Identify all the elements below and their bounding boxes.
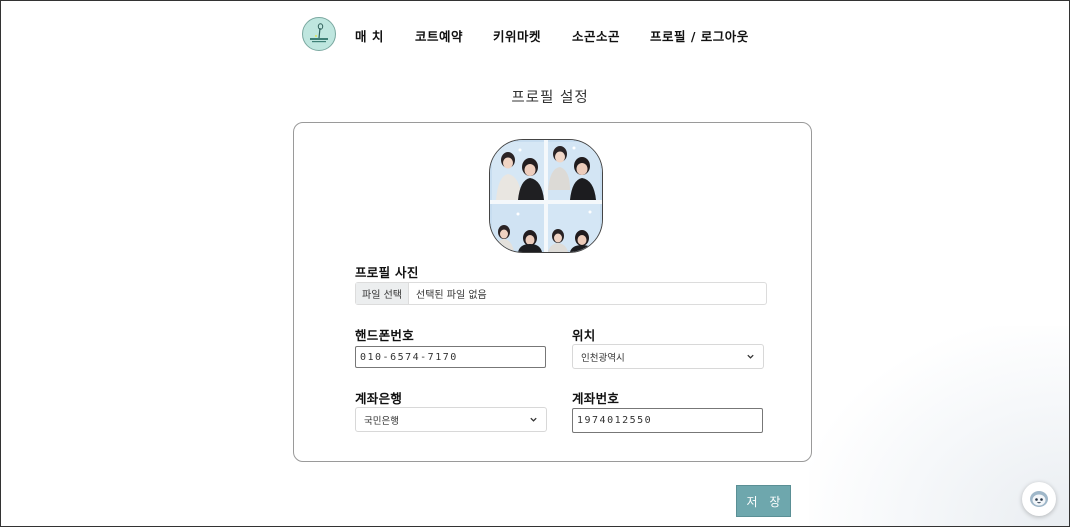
chevron-down-icon <box>530 417 537 422</box>
file-status: 선택된 파일 없음 <box>416 290 487 301</box>
save-button[interactable]: 저 장 <box>736 485 791 517</box>
phone-label: 핸드폰번호 <box>355 328 415 343</box>
location-select[interactable]: 인천광역시 <box>572 344 764 369</box>
logo-icon[interactable] <box>302 17 336 51</box>
nav-match[interactable]: 매 치 <box>355 26 384 45</box>
bank-value: 국민은행 <box>364 415 399 427</box>
page-title: 프로필 설정 <box>511 90 589 106</box>
location-value: 인천광역시 <box>581 352 625 364</box>
file-select-button[interactable]: 파일 선택 <box>356 283 409 304</box>
phone-input[interactable] <box>355 346 546 368</box>
file-input[interactable]: 파일 선택 선택된 파일 없음 <box>355 282 767 305</box>
account-label: 계좌번호 <box>572 391 620 406</box>
photo-label: 프로필 사진 <box>355 265 419 280</box>
bank-select[interactable]: 국민은행 <box>355 407 547 432</box>
profile-card: 프로필 사진 파일 선택 선택된 파일 없음 핸드폰번호 위치 인천광역시 계좌… <box>293 122 812 462</box>
app-window: 매 치 코트예약 키위마켓 소곤소곤 프로필 / 로그아웃 프로필 설정 프로필… <box>0 0 1070 527</box>
account-input[interactable] <box>572 408 763 433</box>
location-label: 위치 <box>572 328 596 343</box>
nav-profile-logout[interactable]: 프로필 / 로그아웃 <box>650 26 749 45</box>
avatar[interactable] <box>489 139 603 253</box>
nav-community[interactable]: 소곤소곤 <box>572 26 620 45</box>
bank-label: 계좌은행 <box>355 391 403 406</box>
chevron-down-icon <box>747 354 754 359</box>
nav-court-reservation[interactable]: 코트예약 <box>415 26 463 45</box>
chat-bot-icon <box>1030 491 1048 507</box>
nav-kiwi-market[interactable]: 키위마켓 <box>493 26 541 45</box>
chat-bot-button[interactable] <box>1022 482 1056 516</box>
top-nav <box>302 17 336 51</box>
